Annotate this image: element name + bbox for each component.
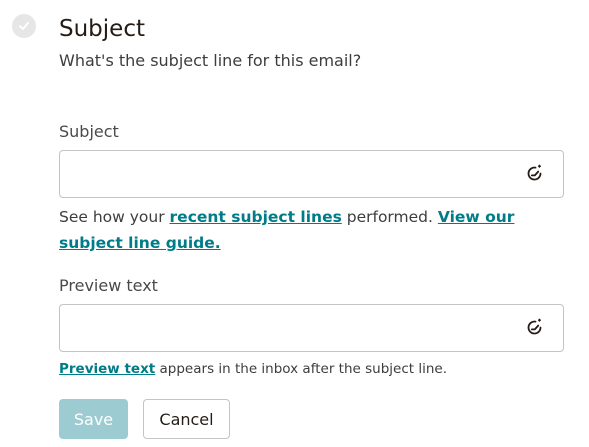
recent-subject-lines-link[interactable]: recent subject lines [170,208,342,226]
preview-text-link[interactable]: Preview text [59,361,155,377]
page-title: Subject [59,16,145,42]
subject-label: Subject [59,122,119,141]
subject-help-text: See how your recent subject lines perfor… [59,204,559,256]
preview-help-text: Preview text appears in the inbox after … [59,360,559,378]
subject-input-wrapper[interactable] [59,150,564,198]
subject-help-middle: performed. [341,208,438,226]
check-circle-icon [12,14,36,38]
save-button[interactable]: Save [59,399,128,439]
preview-text-input-wrapper[interactable] [59,304,564,352]
preview-text-label: Preview text [59,276,158,295]
ai-refresh-icon[interactable] [525,318,545,338]
page-subtitle: What's the subject line for this email? [59,51,362,70]
subject-input[interactable] [72,151,516,197]
preview-text-input[interactable] [72,305,516,351]
subject-help-prefix: See how your [59,208,170,226]
preview-help-suffix: appears in the inbox after the subject l… [155,361,447,377]
cancel-button[interactable]: Cancel [143,399,230,439]
ai-refresh-icon[interactable] [525,164,545,184]
